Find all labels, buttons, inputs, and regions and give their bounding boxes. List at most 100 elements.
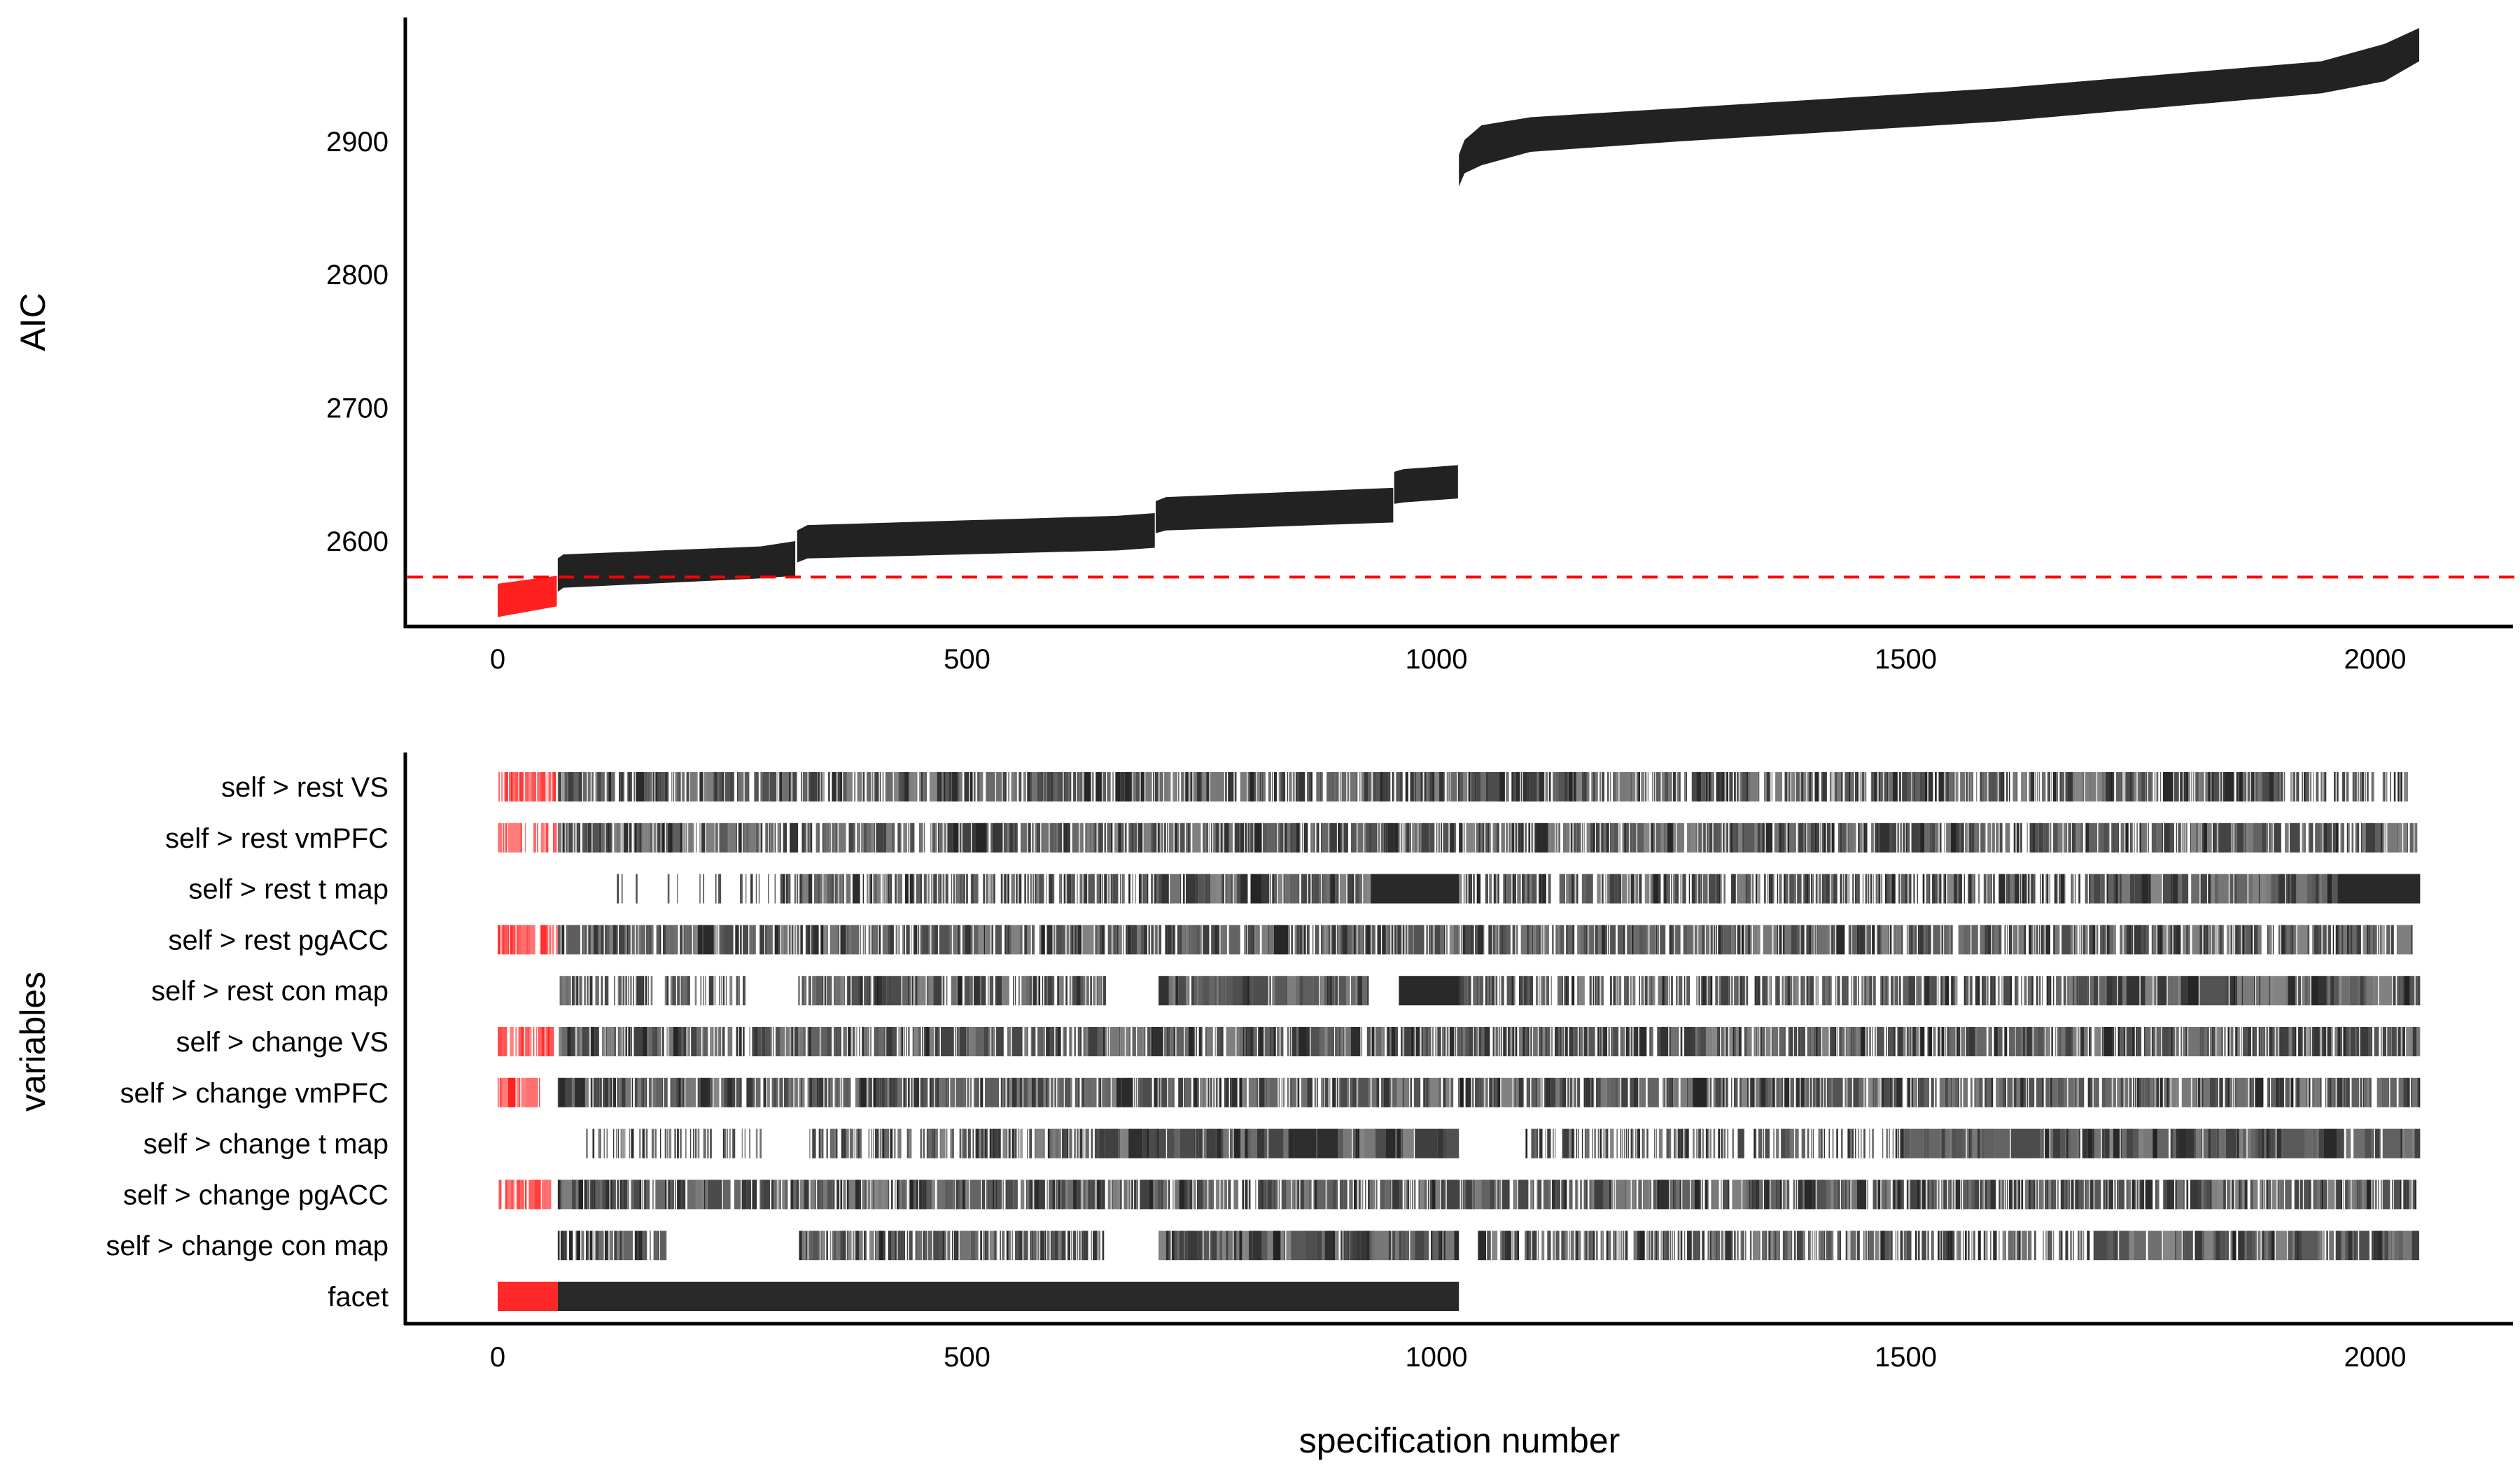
indicator-mark <box>810 772 816 802</box>
indicator-mark <box>1595 976 1598 1006</box>
indicator-mark <box>975 1027 984 1056</box>
indicator-mark <box>1867 925 1871 955</box>
indicator-mark <box>611 822 612 853</box>
indicator-mark <box>2171 874 2173 904</box>
indicator-mark <box>1851 976 1853 1006</box>
indicator-mark <box>681 1027 684 1056</box>
indicator-mark <box>1572 976 1575 1006</box>
indicator-mark <box>785 925 788 955</box>
indicator-mark <box>1541 976 1543 1006</box>
x-tick-label: 1500 <box>1875 644 1937 675</box>
indicator-mark <box>1366 822 1369 853</box>
indicator-mark <box>2068 1128 2071 1158</box>
indicator-mark <box>760 1128 762 1158</box>
indicator-mark <box>1613 772 1616 802</box>
indicator-mark <box>1539 925 1541 955</box>
indicator-mark <box>2047 1027 2051 1056</box>
indicator-mark <box>1161 822 1163 853</box>
indicator-mark <box>2009 925 2011 955</box>
indicator-mark <box>2178 1128 2187 1158</box>
indicator-mark <box>1690 822 1695 853</box>
indicator-mark <box>768 874 769 904</box>
indicator-mark <box>1853 976 1857 1006</box>
indicator-mark <box>1316 772 1320 802</box>
indicator-mark <box>951 772 953 802</box>
indicator-mark <box>1705 1027 1713 1056</box>
indicator-mark <box>1396 925 1399 955</box>
indicator-mark <box>539 1027 542 1056</box>
indicator-mark <box>1030 976 1032 1006</box>
indicator-mark <box>908 772 909 802</box>
indicator-mark <box>1917 1077 1920 1107</box>
indicator-mark <box>760 772 762 802</box>
indicator-mark <box>1980 822 1985 853</box>
indicator-mark <box>2176 925 2181 955</box>
indicator-mark <box>733 1077 736 1107</box>
indicator-mark <box>2332 925 2334 955</box>
indicator-mark <box>1952 1128 1956 1158</box>
indicator-mark <box>1832 1077 1843 1107</box>
indicator-mark <box>690 1128 692 1158</box>
indicator-mark <box>2126 1027 2132 1056</box>
indicator-mark <box>1606 822 1609 853</box>
indicator-mark <box>2358 772 2360 802</box>
indicator-mark <box>1831 1077 1833 1107</box>
indicator-mark <box>1018 976 1020 1006</box>
indicator-mark <box>582 822 584 853</box>
indicator-mark <box>830 874 832 904</box>
indicator-mark <box>597 1077 598 1107</box>
indicator-mark <box>1229 1077 1232 1107</box>
indicator-mark <box>1732 1128 1735 1158</box>
indicator-mark <box>685 1077 693 1107</box>
indicator-mark <box>1162 822 1163 853</box>
indicator-mark <box>503 925 505 955</box>
indicator-mark <box>601 1077 602 1107</box>
indicator-mark <box>1542 1027 1546 1056</box>
indicator-mark <box>1633 1077 1637 1107</box>
indicator-mark <box>801 1077 802 1107</box>
indicator-mark <box>2021 1027 2024 1056</box>
indicator-mark <box>916 772 918 802</box>
indicator-mark <box>1088 1077 1093 1107</box>
indicator-mark <box>1576 874 1578 904</box>
indicator-mark <box>1863 1128 1865 1158</box>
indicator-mark <box>1091 822 1094 853</box>
indicator-mark <box>592 772 594 802</box>
indicator-mark <box>1531 822 1534 853</box>
indicator-mark <box>2241 925 2243 955</box>
indicator-mark <box>1634 1027 1639 1056</box>
indicator-mark <box>1217 976 1219 1006</box>
indicator-mark <box>562 772 564 802</box>
indicator-mark <box>933 976 934 1006</box>
indicator-mark <box>2085 772 2089 802</box>
indicator-mark <box>929 1027 934 1056</box>
indicator-mark <box>2059 976 2062 1006</box>
indicator-mark <box>2120 1128 2122 1158</box>
indicator-mark <box>1394 1128 1397 1158</box>
indicator-mark <box>2403 976 2405 1006</box>
indicator-mark <box>1347 1027 1351 1056</box>
indicator-mark <box>1429 772 1432 802</box>
indicator-mark <box>2386 772 2388 802</box>
indicator-mark <box>1604 1027 1608 1056</box>
indicator-mark <box>1413 1027 1415 1056</box>
indicator-mark <box>932 976 934 1006</box>
indicator-mark <box>519 772 522 802</box>
indicator-mark <box>2118 1027 2120 1056</box>
indicator-mark <box>2068 1077 2074 1107</box>
indicator-mark <box>2129 822 2132 853</box>
indicator-mark <box>1175 976 1179 1006</box>
indicator-mark <box>536 1027 538 1056</box>
indicator-mark <box>2172 1027 2174 1056</box>
indicator-mark <box>1569 1128 1572 1158</box>
indicator-mark <box>1269 925 1275 955</box>
indicator-mark <box>1641 976 1642 1006</box>
indicator-mark <box>1326 772 1333 802</box>
indicator-mark <box>1410 925 1413 955</box>
indicator-mark <box>1402 1077 1404 1107</box>
indicator-mark <box>518 925 522 955</box>
indicator-mark <box>1793 874 1795 904</box>
indicator-mark <box>1439 772 1444 802</box>
indicator-mark <box>1312 874 1314 904</box>
indicator-mark <box>2024 1027 2027 1056</box>
